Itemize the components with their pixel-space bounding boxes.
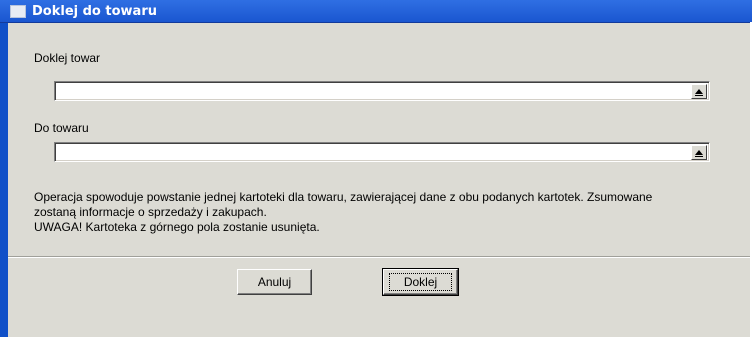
- cancel-button[interactable]: Anuluj: [237, 269, 312, 295]
- window-title: Doklej do towaru: [32, 3, 157, 19]
- dialog-window: Doklej do towaru Doklej towar Do towaru …: [0, 0, 752, 337]
- separator: [8, 256, 750, 258]
- target-dropdown-button[interactable]: [691, 145, 707, 160]
- window-icon: [10, 4, 26, 18]
- target-label: Do towaru: [34, 121, 89, 135]
- arrow-up-icon: [695, 150, 703, 155]
- info-line-2: zostaną informacje o sprzedaży i zakupac…: [34, 205, 267, 219]
- source-label: Doklej towar: [34, 51, 101, 65]
- title-bar[interactable]: Doklej do towaru: [0, 0, 752, 23]
- cancel-button-label: Anuluj: [257, 275, 292, 289]
- info-line-1: Operacja spowoduje powstanie jednej kart…: [34, 190, 653, 204]
- source-combobox[interactable]: [54, 81, 710, 101]
- source-dropdown-button[interactable]: [691, 84, 707, 99]
- doklej-button-label: Doklej: [388, 273, 453, 291]
- target-combobox[interactable]: [54, 142, 710, 162]
- target-input[interactable]: [57, 145, 691, 161]
- source-input[interactable]: [57, 84, 691, 100]
- arrow-up-icon: [695, 89, 703, 94]
- doklej-button[interactable]: Doklej: [382, 268, 459, 296]
- info-text: Operacja spowoduje powstanie jednej kart…: [34, 190, 734, 235]
- warning-line: UWAGA! Kartoteka z górnego pola zostanie…: [34, 220, 320, 234]
